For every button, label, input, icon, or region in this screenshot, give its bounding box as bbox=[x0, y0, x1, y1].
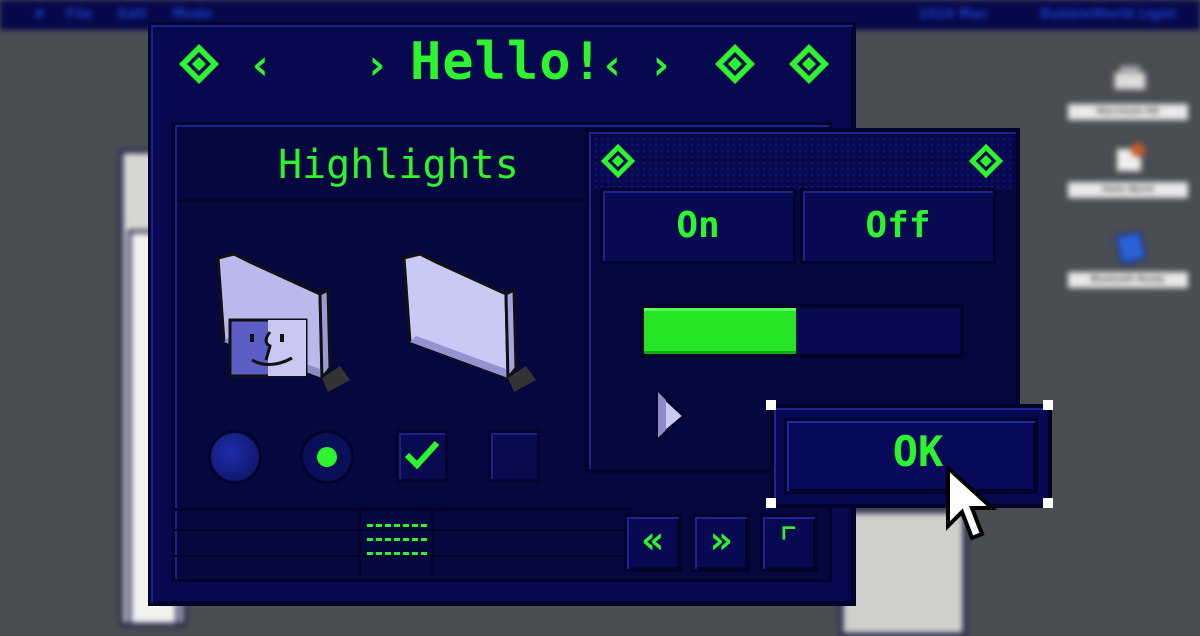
diamond-icon[interactable] bbox=[178, 43, 220, 85]
forward-button[interactable]: » bbox=[692, 514, 750, 572]
status-strip bbox=[172, 508, 632, 576]
grip-line bbox=[367, 538, 427, 544]
chevron-right-icon[interactable]: › bbox=[648, 44, 673, 86]
expand-button[interactable]: ⌜ bbox=[760, 514, 818, 572]
finder-folder-icon[interactable] bbox=[210, 250, 360, 398]
checkmark-icon bbox=[404, 440, 440, 470]
blue-folder-icon bbox=[1114, 230, 1148, 266]
toggle-titlebar[interactable] bbox=[593, 136, 1013, 190]
diamond-icon[interactable] bbox=[968, 143, 1004, 179]
on-toggle-button[interactable]: On bbox=[600, 188, 796, 264]
grip-line bbox=[367, 524, 427, 530]
apple-menu-icon[interactable]: ✱ bbox=[34, 7, 45, 22]
chevron-left-icon[interactable]: ‹ bbox=[248, 44, 273, 86]
double-chevron-right-icon: » bbox=[709, 518, 733, 562]
back-button[interactable]: « bbox=[624, 514, 682, 572]
progress-bar bbox=[640, 304, 964, 358]
play-arrow-icon[interactable] bbox=[654, 390, 688, 440]
application-icon bbox=[1115, 143, 1145, 173]
selection-handle[interactable] bbox=[766, 498, 776, 508]
chevron-left-icon[interactable]: ‹ bbox=[600, 44, 625, 86]
desktop-icon-label: Hello World bbox=[1068, 182, 1188, 198]
window-title: Hello! bbox=[410, 32, 604, 92]
app-menu[interactable]: BubbleWorld Light bbox=[1040, 7, 1176, 22]
ok-button-frame: OK bbox=[770, 404, 1052, 508]
grip-line bbox=[367, 552, 427, 558]
desktop-icon-label: Macintosh HD bbox=[1068, 104, 1188, 120]
checkbox-checked[interactable] bbox=[396, 430, 448, 482]
double-chevron-left-icon: « bbox=[641, 518, 665, 562]
desktop-icon-bluetooth[interactable]: Bluetooth Ready bbox=[1068, 230, 1188, 290]
menu-item-edit[interactable]: Edit bbox=[118, 7, 147, 22]
diamond-icon[interactable] bbox=[714, 43, 756, 85]
radio-dot bbox=[317, 447, 337, 467]
desktop-icon-hd[interactable]: Macintosh HD bbox=[1068, 62, 1188, 122]
radio-button-unselected[interactable] bbox=[208, 430, 262, 484]
desktop-icon-app[interactable]: Hello World bbox=[1068, 140, 1188, 200]
off-toggle-button[interactable]: Off bbox=[800, 188, 996, 264]
folder-icon[interactable] bbox=[396, 250, 546, 398]
diamond-icon[interactable] bbox=[600, 143, 636, 179]
ok-button-label: OK bbox=[892, 427, 944, 476]
menu-item-mode[interactable]: Mode bbox=[172, 7, 212, 22]
radio-button-selected[interactable] bbox=[300, 430, 354, 484]
corner-expand-icon: ⌜ bbox=[777, 518, 801, 562]
tab-highlights[interactable]: Highlights bbox=[178, 128, 588, 202]
diamond-icon[interactable] bbox=[788, 43, 830, 85]
grip-handle[interactable] bbox=[358, 508, 434, 576]
selection-handle[interactable] bbox=[1043, 400, 1053, 410]
chevron-right-icon[interactable]: › bbox=[364, 44, 389, 86]
desktop-icon-label: Bluetooth Ready bbox=[1068, 272, 1188, 288]
selection-handle[interactable] bbox=[766, 400, 776, 410]
checkbox-unchecked[interactable] bbox=[488, 430, 540, 482]
menu-item-file[interactable]: File bbox=[66, 7, 93, 22]
mouse-pointer-icon bbox=[946, 466, 998, 541]
hard-drive-icon bbox=[1113, 66, 1147, 91]
selection-handle[interactable] bbox=[1043, 498, 1053, 508]
tab-label: Highlights bbox=[278, 142, 519, 188]
progress-fill bbox=[644, 308, 796, 354]
menu-extra[interactable]: 1024 Mac bbox=[918, 7, 988, 22]
